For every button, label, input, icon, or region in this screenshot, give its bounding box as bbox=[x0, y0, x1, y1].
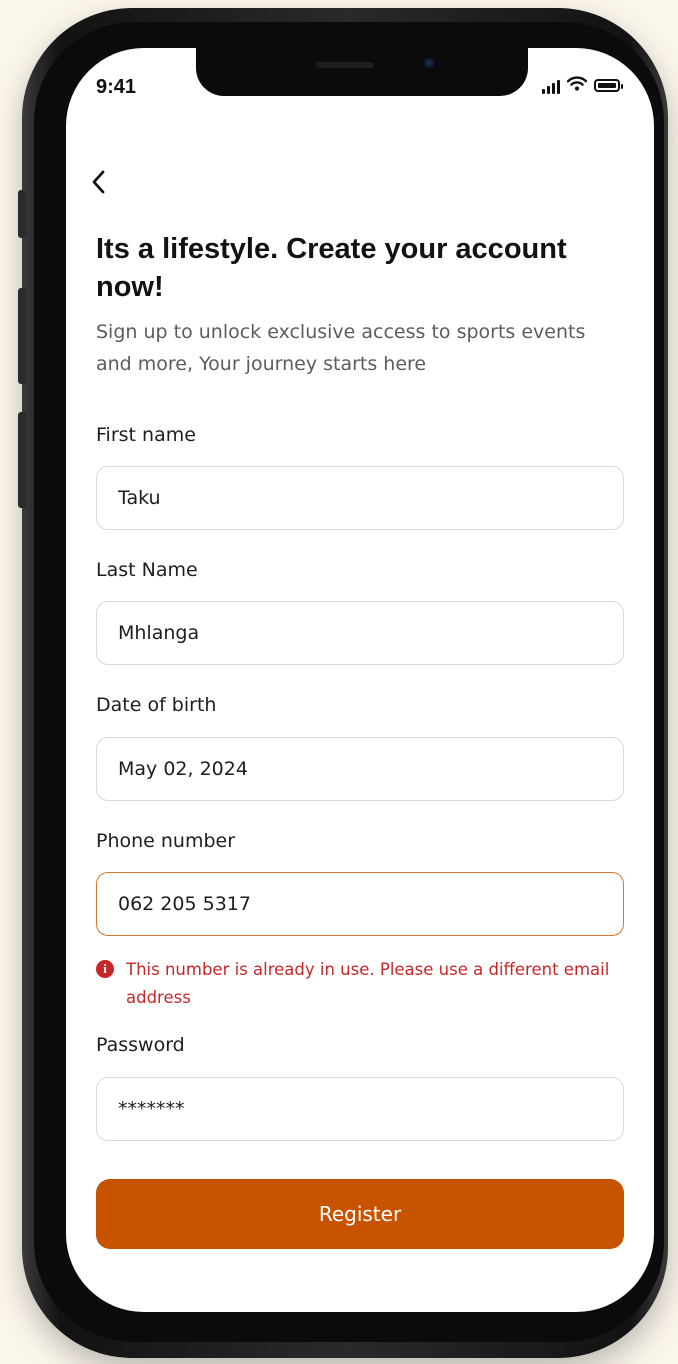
status-time: 9:41 bbox=[96, 76, 137, 98]
back-button[interactable] bbox=[90, 166, 126, 202]
phone-number-field[interactable] bbox=[96, 872, 624, 936]
first-name-label: First name bbox=[96, 424, 196, 446]
last-name-field[interactable] bbox=[96, 601, 624, 665]
password-label: Password bbox=[96, 1034, 185, 1056]
last-name-label: Last Name bbox=[96, 559, 198, 581]
phone-error-text: This number is already in use. Please us… bbox=[126, 960, 610, 1007]
password-field[interactable] bbox=[96, 1077, 624, 1141]
first-name-field[interactable] bbox=[96, 466, 624, 530]
page-stage: 9:41 Its a lifestyle. Create your accoun… bbox=[0, 0, 678, 1364]
status-icons bbox=[542, 76, 623, 95]
signal-icon bbox=[542, 78, 560, 94]
date-of-birth-label: Date of birth bbox=[96, 694, 217, 716]
volume-up-button bbox=[18, 288, 26, 384]
notch bbox=[196, 48, 528, 96]
volume-down-button bbox=[18, 412, 26, 508]
page-title: Its a lifestyle. Create your account now… bbox=[96, 233, 567, 303]
battery-icon bbox=[594, 79, 623, 92]
front-camera bbox=[424, 58, 434, 68]
date-of-birth-field[interactable] bbox=[96, 737, 624, 801]
speaker-grille bbox=[316, 62, 374, 68]
mute-switch bbox=[18, 190, 26, 238]
error-info-icon: i bbox=[96, 960, 114, 978]
page-subtitle: Sign up to unlock exclusive access to sp… bbox=[96, 321, 586, 375]
chevron-left-icon bbox=[90, 169, 108, 199]
app-screen: 9:41 Its a lifestyle. Create your accoun… bbox=[66, 48, 654, 1312]
phone-number-label: Phone number bbox=[96, 830, 236, 852]
register-button[interactable]: Register bbox=[96, 1179, 624, 1249]
wifi-icon bbox=[566, 76, 588, 95]
phone-error-message: i This number is already in use. Please … bbox=[96, 956, 616, 1012]
